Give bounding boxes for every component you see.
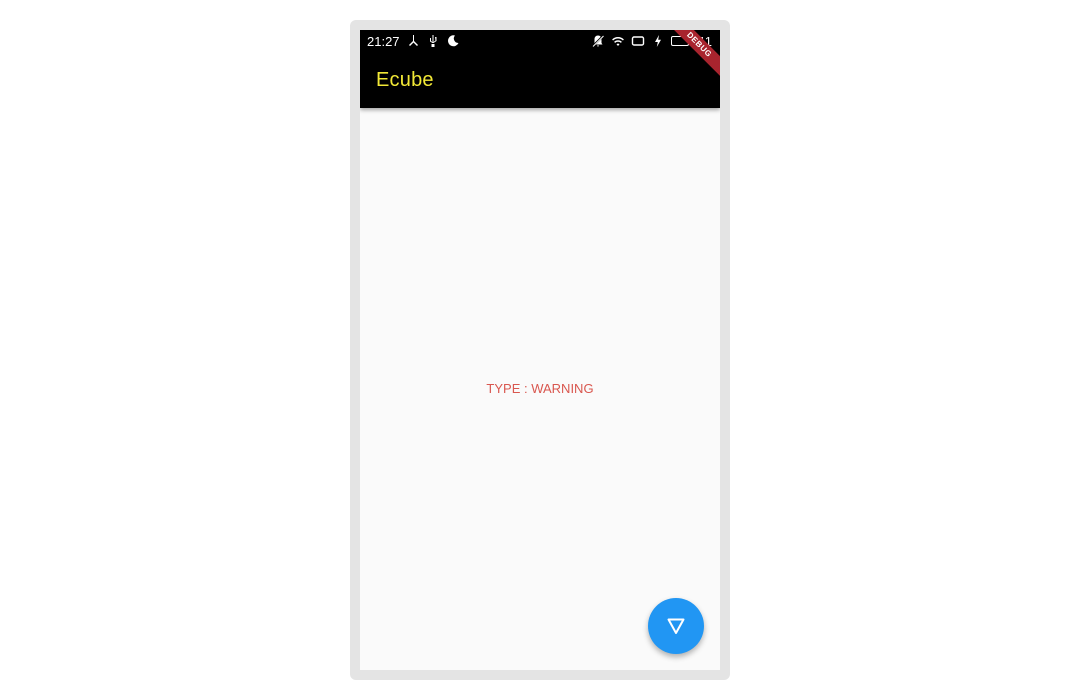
wifi-icon bbox=[611, 34, 625, 48]
usb-icon bbox=[426, 34, 440, 48]
fork-icon bbox=[406, 34, 420, 48]
notifications-off-icon bbox=[591, 34, 605, 48]
screen-icon bbox=[631, 34, 645, 48]
filter-fab-button[interactable] bbox=[648, 598, 704, 654]
type-message: TYPE : WARNING bbox=[486, 380, 594, 396]
app-bar: Ecube bbox=[360, 52, 720, 108]
main-content: TYPE : WARNING bbox=[360, 108, 720, 670]
status-left: 21:27 bbox=[367, 34, 460, 49]
moon-icon bbox=[446, 34, 460, 48]
device-frame: 21:27 DEBUG Ecube TYPE: WARNING bbox=[350, 20, 730, 680]
filter-triangle-icon bbox=[666, 616, 686, 636]
app-screen: 21:27 DEBUG Ecube TYPE: WARNING bbox=[360, 30, 720, 670]
status-time: 21:27 bbox=[367, 33, 400, 49]
app-title: Ecube bbox=[376, 68, 434, 91]
charging-icon bbox=[651, 34, 665, 48]
status-bar: 21:27 bbox=[360, 30, 720, 52]
